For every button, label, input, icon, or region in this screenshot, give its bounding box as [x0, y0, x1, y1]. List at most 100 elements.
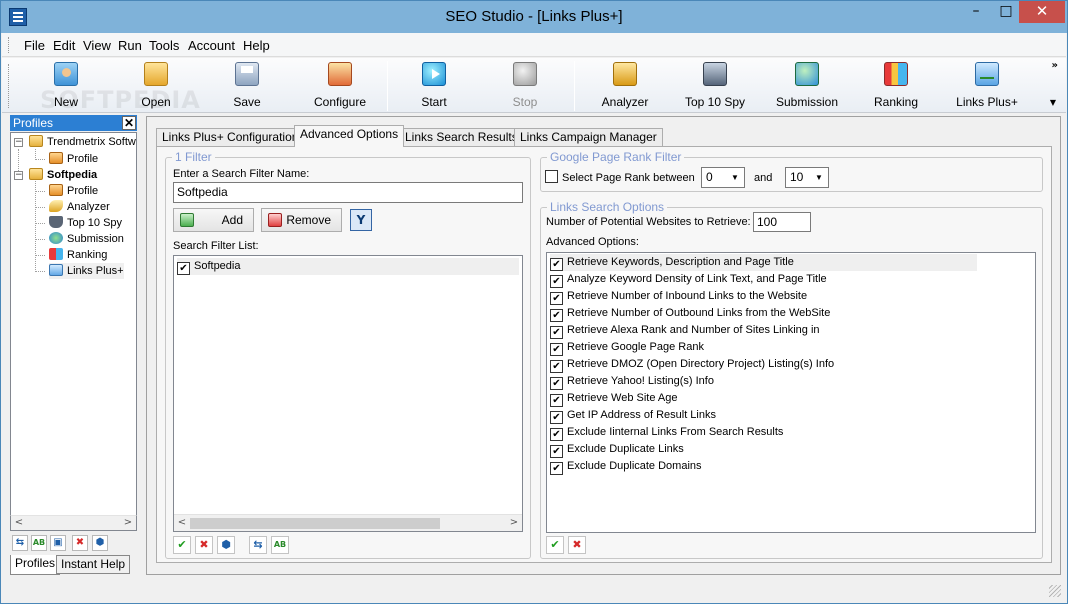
menu-run[interactable]: Run [118, 38, 142, 53]
checkbox-checked-icon[interactable]: ✔ [550, 326, 563, 339]
tree-collapse-icon[interactable]: − [14, 171, 23, 180]
rename-icon[interactable]: AB [31, 535, 47, 551]
tree-node-analyzer[interactable]: Analyzer [49, 199, 110, 215]
save-button[interactable]: Save [221, 62, 273, 110]
tree-node-softpedia[interactable]: Softpedia [29, 167, 97, 183]
potential-websites-input[interactable]: 100 [753, 212, 811, 232]
delete-icon[interactable]: ✖ [72, 535, 88, 551]
list-item[interactable]: ✔ Retrieve Number of Inbound Links to the… [550, 288, 807, 305]
checkbox-checked-icon[interactable]: ✔ [550, 394, 563, 407]
checkbox-checked-icon[interactable]: ✔ [550, 428, 563, 441]
tree-node-top10spy[interactable]: Top 10 Spy [49, 215, 122, 231]
configure-button[interactable]: Configure [306, 62, 374, 110]
resize-grip[interactable] [1049, 585, 1061, 597]
list-item[interactable]: ✔ Retrieve Google Page Rank [550, 339, 704, 356]
menu-help[interactable]: Help [243, 38, 270, 53]
menu-account[interactable]: Account [188, 38, 235, 53]
checkbox-checked-icon[interactable]: ✔ [550, 445, 563, 458]
pagerank-from-select[interactable]: 0 ▼ [701, 167, 745, 188]
list-item[interactable]: ✔ Retrieve Yahoo! Listing(s) Info [550, 373, 714, 390]
stop-button[interactable]: Stop [499, 62, 551, 110]
checkbox-checked-icon[interactable]: ✔ [550, 411, 563, 424]
remove-filter-button[interactable]: Remove [261, 208, 342, 232]
tab-advanced-options[interactable]: Advanced Options [294, 125, 405, 147]
profiles-panel-close-icon[interactable]: ✕ [122, 116, 136, 130]
list-item[interactable]: ✔ Softpedia [177, 258, 519, 275]
maximize-button[interactable]: □ [991, 1, 1021, 23]
list-item[interactable]: ✔ Retrieve DMOZ (Open Directory Project) … [550, 356, 834, 373]
open-button[interactable]: Open [130, 62, 182, 110]
pagerank-checkbox[interactable]: Select Page Rank between [545, 170, 695, 184]
tree-horizontal-scrollbar[interactable]: < > [10, 515, 137, 531]
ranking-button[interactable]: Ranking [868, 62, 924, 110]
add-filter-button[interactable]: Add [173, 208, 254, 232]
toolbar-dropdown-icon[interactable]: ▼ [1050, 98, 1056, 107]
checkbox-unchecked-icon[interactable] [545, 170, 558, 183]
tree-node-profile[interactable]: Profile [49, 151, 98, 167]
tab-links-plus-configuration[interactable]: Links Plus+ Configuration [156, 128, 305, 147]
reject-icon[interactable]: ✖ [195, 536, 213, 554]
pagerank-to-select[interactable]: 10 ▼ [785, 167, 829, 188]
filter-name-input[interactable]: Softpedia [173, 182, 523, 203]
tree-node-trendmetrix[interactable]: Trendmetrix Softw [29, 134, 136, 150]
menu-edit[interactable]: Edit [53, 38, 75, 53]
toolbar-overflow-icon[interactable]: » [1052, 60, 1058, 71]
list-item[interactable]: ✔ Retrieve Alexa Rank and Number of Sites… [550, 322, 820, 339]
sync-icon[interactable]: ⇆ [12, 535, 28, 551]
list-item[interactable]: ✔ Retrieve Number of Outbound Links from … [550, 305, 830, 322]
list-item[interactable]: ✔ Exclude Duplicate Links [550, 441, 684, 458]
checkbox-checked-icon[interactable]: ✔ [550, 462, 563, 475]
database-icon[interactable]: ⬢ [92, 535, 108, 551]
checkbox-checked-icon[interactable]: ✔ [550, 377, 563, 390]
list-item[interactable]: ✔ Analyze Keyword Density of Link Text, a… [550, 271, 827, 288]
menu-view[interactable]: View [83, 38, 111, 53]
scrollbar-thumb[interactable] [190, 518, 440, 529]
new-button[interactable]: New [40, 62, 92, 110]
checkbox-checked-icon[interactable]: ✔ [550, 292, 563, 305]
scroll-right-icon[interactable]: > [121, 517, 135, 529]
checkbox-checked-icon[interactable]: ✔ [550, 343, 563, 356]
filter-funnel-icon[interactable]: Y [350, 209, 372, 231]
window-icon[interactable]: ▣ [50, 535, 66, 551]
tree-node-submission[interactable]: Submission [49, 231, 124, 247]
menu-grip[interactable] [8, 37, 11, 53]
checkbox-checked-icon[interactable]: ✔ [550, 360, 563, 373]
checkbox-checked-icon[interactable]: ✔ [550, 275, 563, 288]
tree-node-links-plus[interactable]: Links Plus+ [49, 263, 124, 279]
list-item[interactable]: ✔ Exclude Duplicate Domains [550, 458, 702, 475]
checkbox-checked-icon[interactable]: ✔ [550, 258, 563, 271]
toolbar-grip[interactable] [8, 64, 11, 108]
tab-instant-help[interactable]: Instant Help [56, 555, 131, 574]
submission-button[interactable]: Submission [772, 62, 842, 110]
top10spy-button[interactable]: Top 10 Spy [682, 62, 748, 110]
list-item[interactable]: ✔ Exclude Iinternal Links From Search Res… [550, 424, 783, 441]
scroll-left-icon[interactable]: < [12, 517, 26, 529]
scroll-right-icon[interactable]: > [507, 517, 521, 529]
sync-icon[interactable]: ⇆ [249, 536, 267, 554]
accept-icon[interactable]: ✔ [173, 536, 191, 554]
list-item[interactable]: ✔ Get IP Address of Result Links [550, 407, 716, 424]
tab-profiles[interactable]: Profiles [10, 555, 61, 575]
analyzer-button[interactable]: Analyzer [596, 62, 654, 110]
filter-list-scrollbar[interactable]: < > [174, 514, 522, 531]
tab-links-search-results[interactable]: Links Search Results [399, 128, 524, 147]
database-icon[interactable]: ⬢ [217, 536, 235, 554]
start-button[interactable]: Start [408, 62, 460, 110]
close-button[interactable]: ✕ [1019, 1, 1065, 23]
tree-node-profile[interactable]: Profile [49, 183, 98, 199]
menu-tools[interactable]: Tools [149, 38, 179, 53]
checkbox-checked-icon[interactable]: ✔ [550, 309, 563, 322]
list-item[interactable]: ✔ Retrieve Web Site Age [550, 390, 677, 407]
reject-icon[interactable]: ✖ [568, 536, 586, 554]
links-plus-button[interactable]: Links Plus+ [954, 62, 1020, 110]
accept-icon[interactable]: ✔ [546, 536, 564, 554]
list-item[interactable]: ✔ Retrieve Keywords, Description and Page… [550, 254, 977, 271]
checkbox-checked-icon[interactable]: ✔ [177, 262, 190, 275]
scroll-left-icon[interactable]: < [175, 517, 189, 529]
tree-collapse-icon[interactable]: − [14, 138, 23, 147]
rename-icon[interactable]: AB [271, 536, 289, 554]
menu-file[interactable]: File [24, 38, 45, 53]
minimize-button[interactable]: – [961, 1, 991, 23]
tree-node-ranking[interactable]: Ranking [49, 247, 107, 263]
tab-links-campaign-manager[interactable]: Links Campaign Manager [514, 128, 663, 147]
